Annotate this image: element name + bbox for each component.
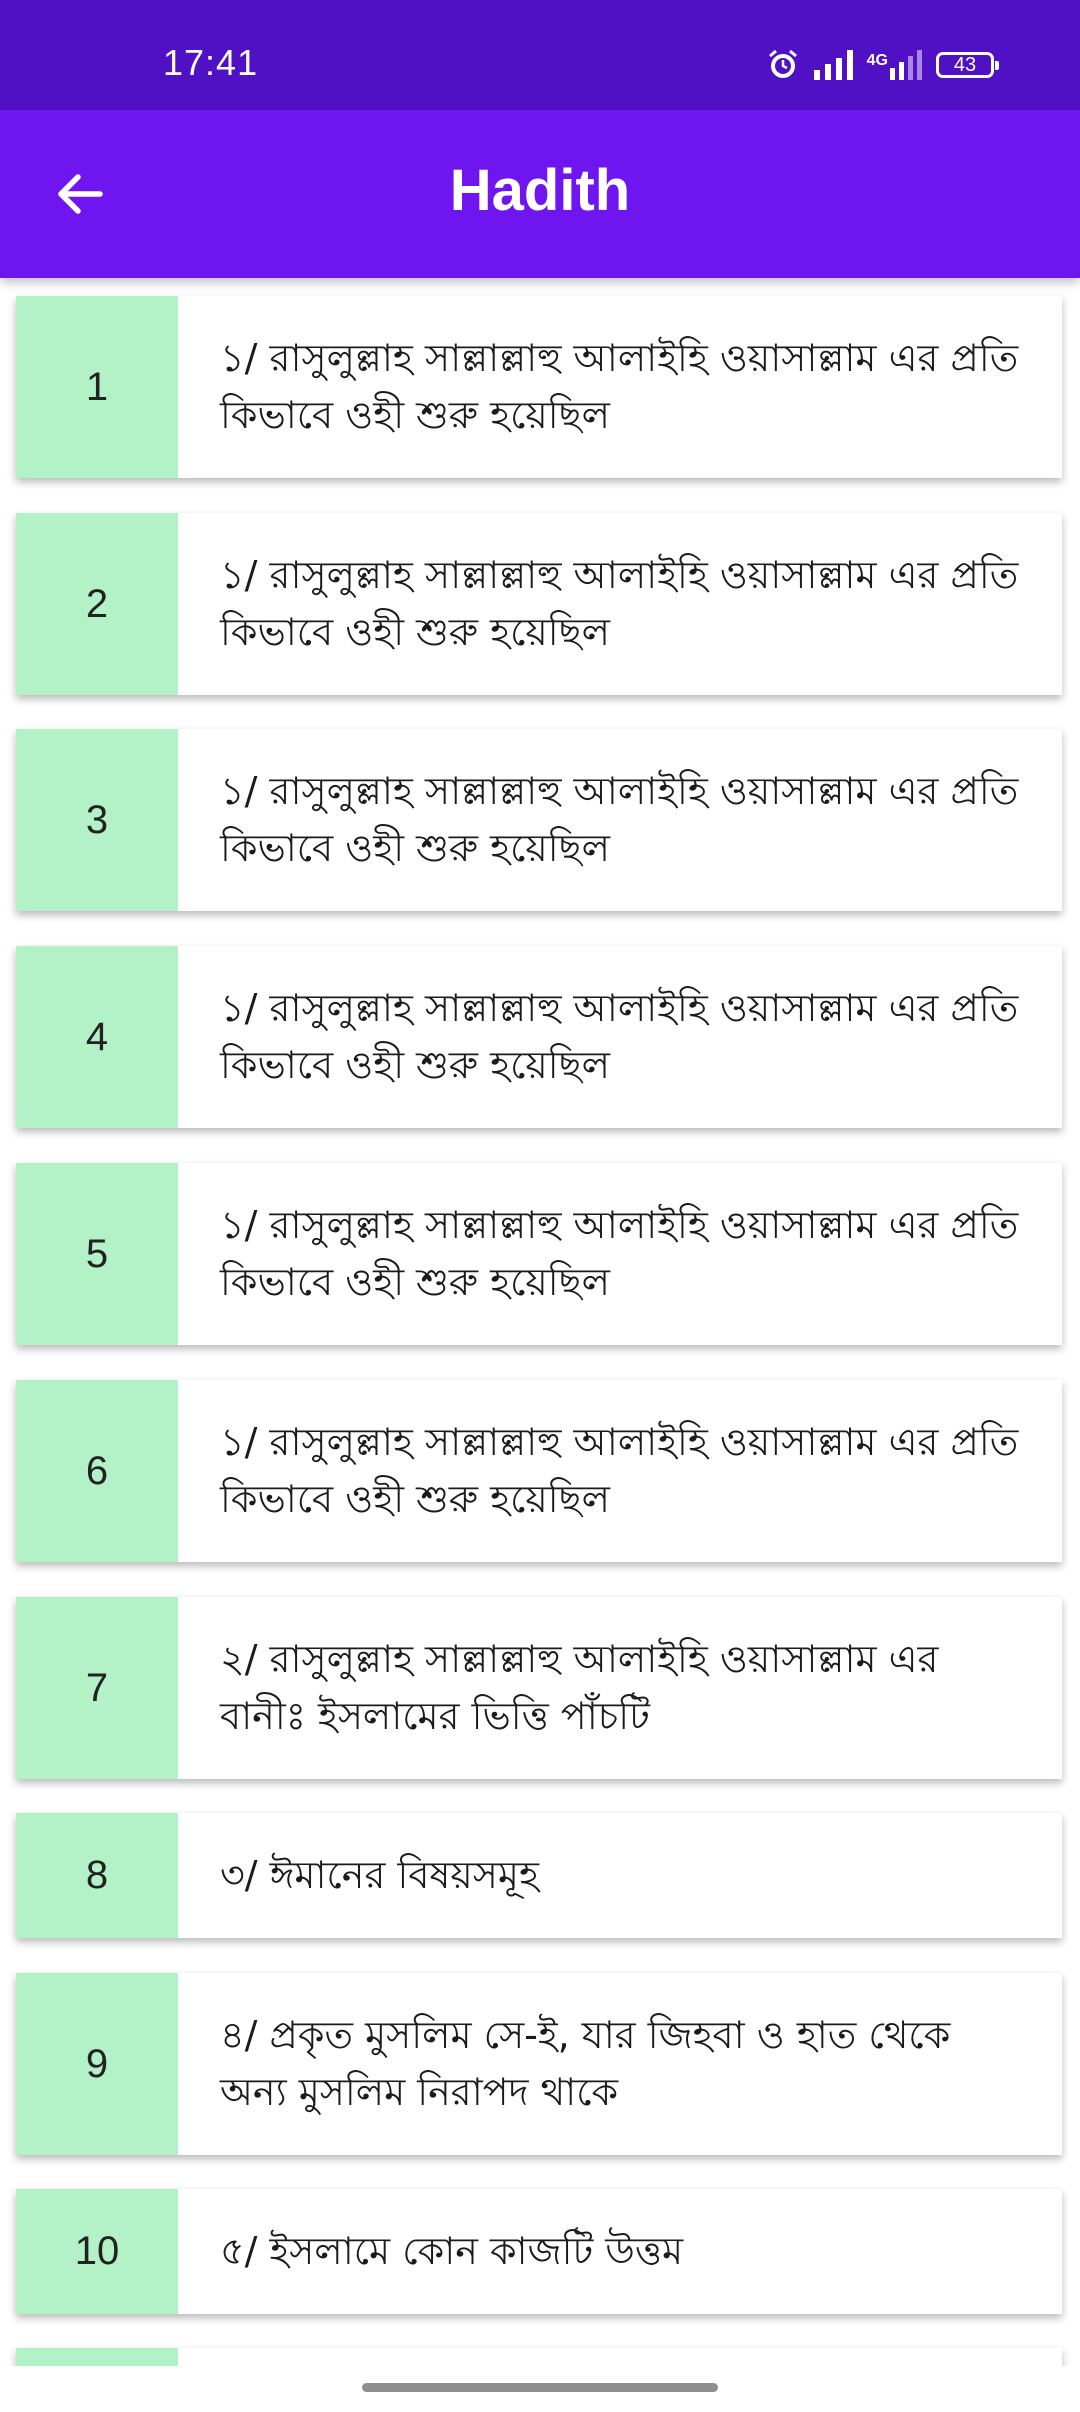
battery-level-text: 43 <box>953 54 977 76</box>
list-item[interactable]: 3 ১/ রাসুলুল্লাহ সাল্লাল্লাহু আলাইহি ওয়… <box>16 729 1062 911</box>
hadith-title: ১/ রাসুলুল্লাহ সাল্লাল্লাহু আলাইহি ওয়াস… <box>220 769 1019 870</box>
hadith-list[interactable]: 1 ১/ রাসুলুল্লাহ সাল্লাল্লাহু আলাইহি ওয়… <box>0 278 1080 2366</box>
hadith-title: ২/ রাসুলুল্লাহ সাল্লাল্লাহু আলাইহি ওয়াস… <box>220 1637 939 1738</box>
hadith-title <box>178 2348 1062 2366</box>
signal-strength-bars <box>890 50 922 80</box>
network-type-label: 4G <box>866 52 888 69</box>
list-item[interactable]: 6 ১/ রাসুলুল্লাহ সাল্লাল্লাহু আলাইহি ওয়… <box>16 1380 1062 1562</box>
hadith-number: 10 <box>16 2189 178 2314</box>
alarm-icon <box>766 48 800 82</box>
hadith-number: 3 <box>16 729 178 911</box>
battery-icon: 43 <box>936 52 999 78</box>
status-time: 17:41 <box>163 42 259 83</box>
hadith-title: ৪/ প্রকৃত মুসলিম সে-ই, যার জিহবা ও হাত থ… <box>220 2013 951 2114</box>
list-item[interactable]: 1 ১/ রাসুলুল্লাহ সাল্লাল্লাহু আলাইহি ওয়… <box>16 296 1062 478</box>
status-bar: 17:41 4G 43 <box>0 0 1080 110</box>
list-item[interactable]: 8 ৩/ ঈমানের বিষয়সমূহ <box>16 1813 1062 1938</box>
app-bar: Hadith <box>0 110 1080 278</box>
hadith-number: 2 <box>16 513 178 695</box>
list-item[interactable]: 9 ৪/ প্রকৃত মুসলিম সে-ই, যার জিহবা ও হাত… <box>16 1973 1062 2155</box>
page-title: Hadith <box>449 158 631 223</box>
list-item[interactable] <box>16 2348 1062 2366</box>
mobile-data-icon: 4G <box>867 50 922 80</box>
list-item[interactable]: 10 ৫/ ইসলামে কোন কাজটি উত্তম <box>16 2189 1062 2314</box>
hadith-number: 6 <box>16 1380 178 1562</box>
hadith-number: 5 <box>16 1163 178 1345</box>
hadith-title: ১/ রাসুলুল্লাহ সাল্লাল্লাহু আলাইহি ওয়াস… <box>220 553 1019 654</box>
list-item[interactable]: 2 ১/ রাসুলুল্লাহ সাল্লাল্লাহু আলাইহি ওয়… <box>16 513 1062 695</box>
hadith-title: ১/ রাসুলুল্লাহ সাল্লাল্লাহু আলাইহি ওয়াস… <box>220 986 1019 1087</box>
hadith-title: ১/ রাসুলুল্লাহ সাল্লাল্লাহু আলাইহি ওয়াস… <box>220 336 1019 437</box>
hadith-number <box>16 2348 178 2366</box>
hadith-title: ৫/ ইসলামে কোন কাজটি উত্তম <box>220 2229 684 2273</box>
hadith-number: 8 <box>16 1813 178 1938</box>
list-item[interactable]: 5 ১/ রাসুলুল্লাহ সাল্লাল্লাহু আলাইহি ওয়… <box>16 1163 1062 1345</box>
hadith-number: 4 <box>16 946 178 1128</box>
hadith-title: ৩/ ঈমানের বিষয়সমূহ <box>220 1853 539 1897</box>
hadith-title: ১/ রাসুলুল্লাহ সাল্লাল্লাহু আলাইহি ওয়াস… <box>220 1203 1019 1304</box>
hadith-number: 1 <box>16 296 178 478</box>
hadith-number: 7 <box>16 1597 178 1779</box>
list-item[interactable]: 7 ২/ রাসুলুল্লাহ সাল্লাল্লাহু আলাইহি ওয়… <box>16 1597 1062 1779</box>
hadith-number: 9 <box>16 1973 178 2155</box>
gesture-handle[interactable] <box>362 2383 718 2392</box>
list-item[interactable]: 4 ১/ রাসুলুল্লাহ সাল্লাল্লাহু আলাইহি ওয়… <box>16 946 1062 1128</box>
status-icons: 4G 43 <box>766 48 999 82</box>
signal-icon <box>813 50 853 80</box>
hadith-title: ১/ রাসুলুল্লাহ সাল্লাল্লাহু আলাইহি ওয়াস… <box>220 1420 1019 1521</box>
